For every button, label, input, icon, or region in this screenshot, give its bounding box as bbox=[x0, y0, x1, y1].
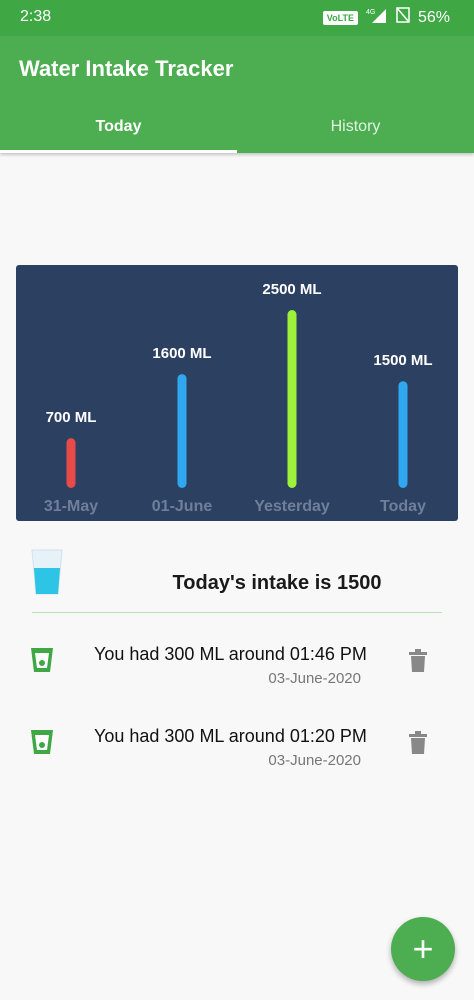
chart-category-label: Yesterday bbox=[254, 498, 330, 515]
chart-bar bbox=[398, 381, 408, 488]
today-summary: Today's intake is 1500 bbox=[0, 540, 474, 620]
intake-entry: You had 300 ML around 01:46 PM 03-June-2… bbox=[0, 636, 474, 706]
status-time: 2:38 bbox=[20, 8, 52, 25]
network-type-label: 4G bbox=[366, 9, 375, 16]
today-intake-text: Today's intake is 1500 bbox=[172, 572, 382, 594]
entry-message: You had 300 ML around 01:46 PM bbox=[94, 644, 367, 664]
add-intake-button[interactable]: + bbox=[391, 917, 455, 981]
no-sim-icon bbox=[396, 7, 410, 28]
chart-value-label: 700 ML bbox=[46, 409, 97, 426]
intake-chart: 700 ML 31-May 1600 ML 01-June 2500 ML Yesterd… bbox=[16, 265, 458, 521]
intake-entry: You had 300 ML around 01:20 PM 03-June-2… bbox=[0, 718, 474, 788]
chart-bar bbox=[66, 438, 76, 488]
battery-level: 56% bbox=[417, 8, 450, 26]
chart-value-label: 1500 ML bbox=[373, 352, 432, 369]
status-icons: VoLTE 4G 56% bbox=[322, 7, 450, 28]
tab-indicator bbox=[0, 150, 237, 153]
app-title: Water Intake Tracker bbox=[19, 56, 234, 81]
chart-category-label: 31-May bbox=[44, 498, 98, 515]
plus-icon: + bbox=[412, 928, 434, 969]
entry-date: 03-June-2020 bbox=[268, 670, 361, 687]
tab-today[interactable]: Today bbox=[0, 106, 237, 153]
signal-icon: 4G bbox=[366, 7, 388, 28]
chart-category-label: Today bbox=[380, 498, 426, 515]
summary-divider bbox=[32, 612, 442, 613]
chart-bar bbox=[287, 310, 297, 488]
app-bar: Water Intake Tracker Today History bbox=[0, 36, 474, 153]
tab-today-label: Today bbox=[95, 118, 142, 135]
chart-value-label: 2500 ML bbox=[262, 281, 321, 298]
volte-icon: VoLTE bbox=[322, 10, 358, 25]
chart-category-label: 01-June bbox=[152, 498, 213, 515]
chart-value-label: 1600 ML bbox=[152, 345, 211, 362]
chart-bar bbox=[177, 374, 187, 488]
chart-svg: 700 ML 31-May 1600 ML 01-June 2500 ML Yesterd… bbox=[44, 281, 433, 515]
tab-bar: Today History bbox=[0, 106, 474, 153]
status-bar: 2:38 VoLTE 4G 56% bbox=[0, 0, 474, 36]
tab-history-label: History bbox=[330, 118, 381, 135]
cup-icon bbox=[30, 728, 54, 761]
cup-icon bbox=[30, 646, 54, 679]
entry-message: You had 300 ML around 01:20 PM bbox=[94, 726, 367, 746]
tab-history[interactable]: History bbox=[237, 106, 474, 153]
delete-icon[interactable] bbox=[408, 731, 428, 760]
entry-date: 03-June-2020 bbox=[268, 752, 361, 769]
delete-icon[interactable] bbox=[408, 649, 428, 678]
